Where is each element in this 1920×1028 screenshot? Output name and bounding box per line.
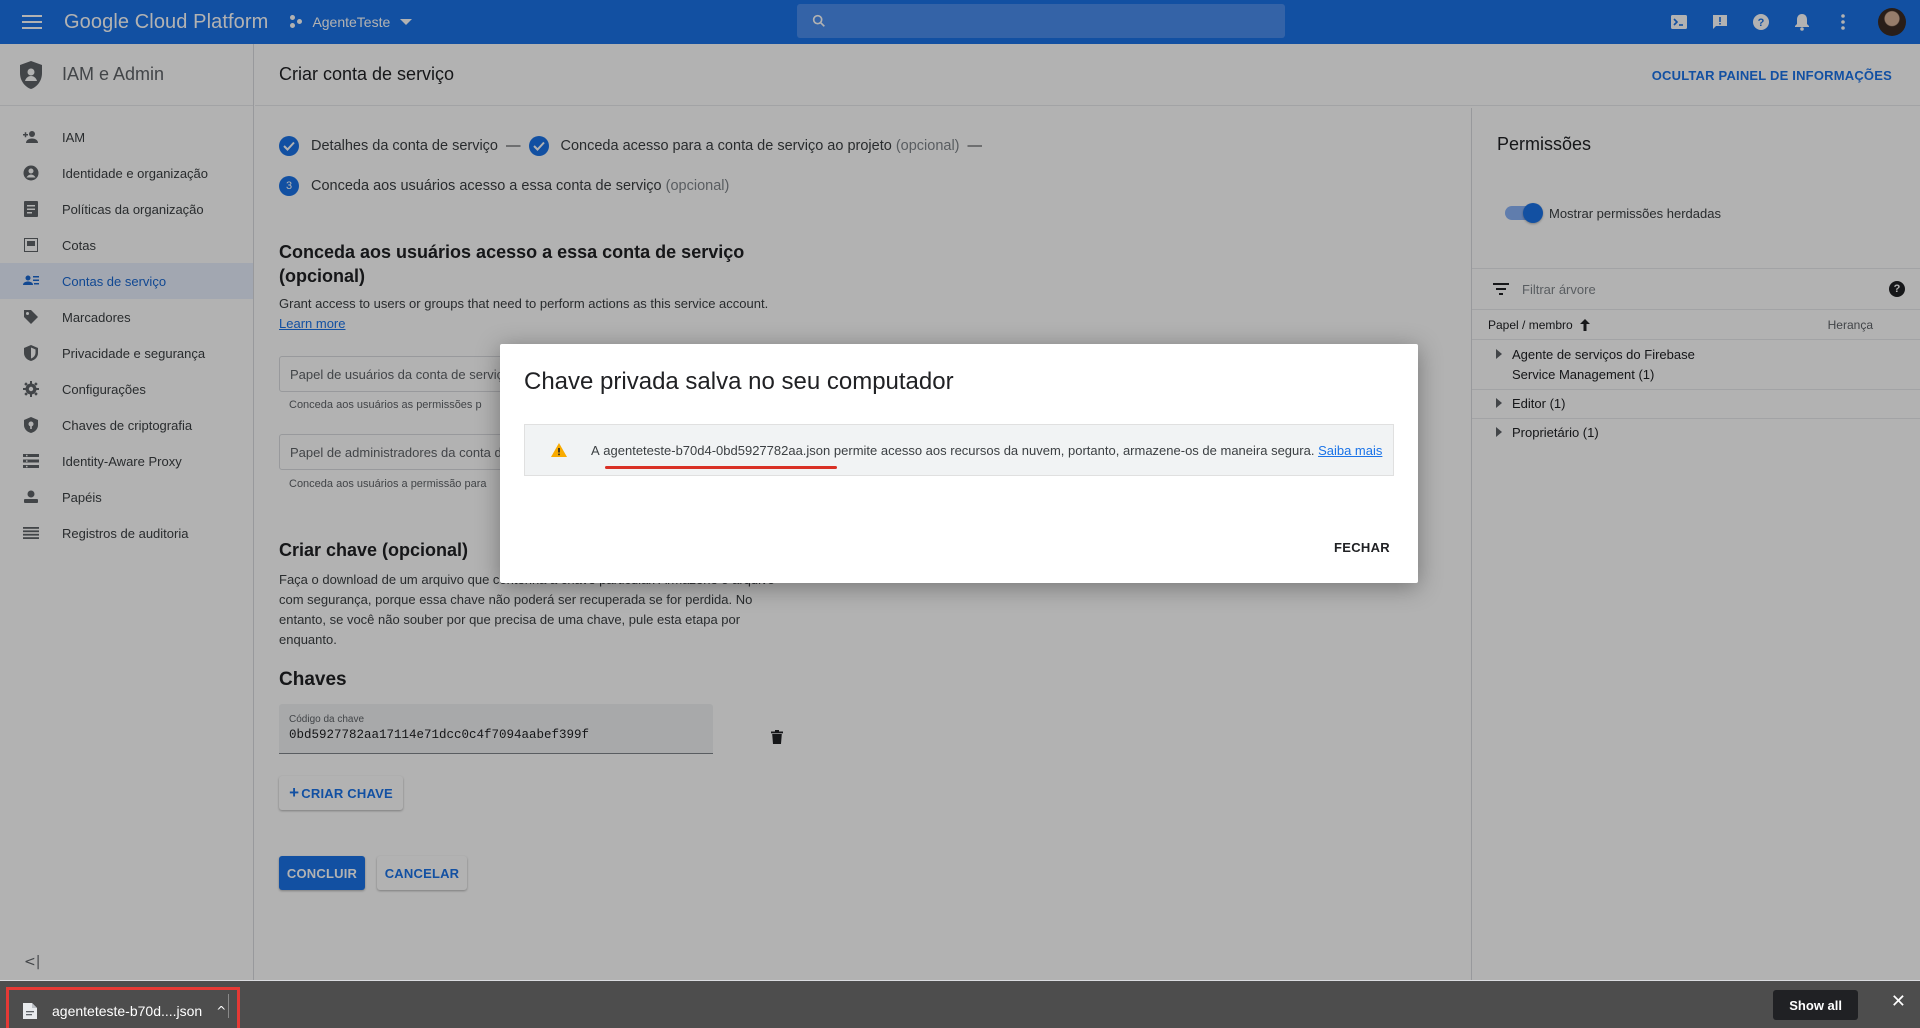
warning-icon [551,443,567,457]
private-key-saved-dialog: Chave privada salva no seu computador A … [500,344,1418,583]
download-shelf: agenteteste-b70d....json ^ Show all ✕ [0,980,1920,1028]
learn-more-link[interactable]: Saiba mais [1318,443,1382,458]
show-all-downloads-button[interactable]: Show all [1773,990,1858,1020]
file-icon [23,1003,37,1019]
alert-prefix: A [591,442,600,458]
close-button[interactable]: FECHAR [1334,540,1390,555]
dialog-title: Chave privada salva no seu computador [524,368,954,395]
red-underline-annotation [605,465,838,469]
alert-message: permite acesso aos recursos da nuvem, po… [833,442,1315,458]
download-file-name: agenteteste-b70d....json [52,1003,203,1019]
key-warning-alert: A agenteteste-b70d4-0bd5927782aa.json pe… [524,424,1394,476]
download-item[interactable]: agenteteste-b70d....json ^ [6,987,240,1028]
chevron-up-icon[interactable]: ^ [216,1004,226,1018]
alert-filename: agenteteste-b70d4-0bd5927782aa.json [603,443,838,469]
close-icon[interactable]: ✕ [1891,991,1906,1012]
